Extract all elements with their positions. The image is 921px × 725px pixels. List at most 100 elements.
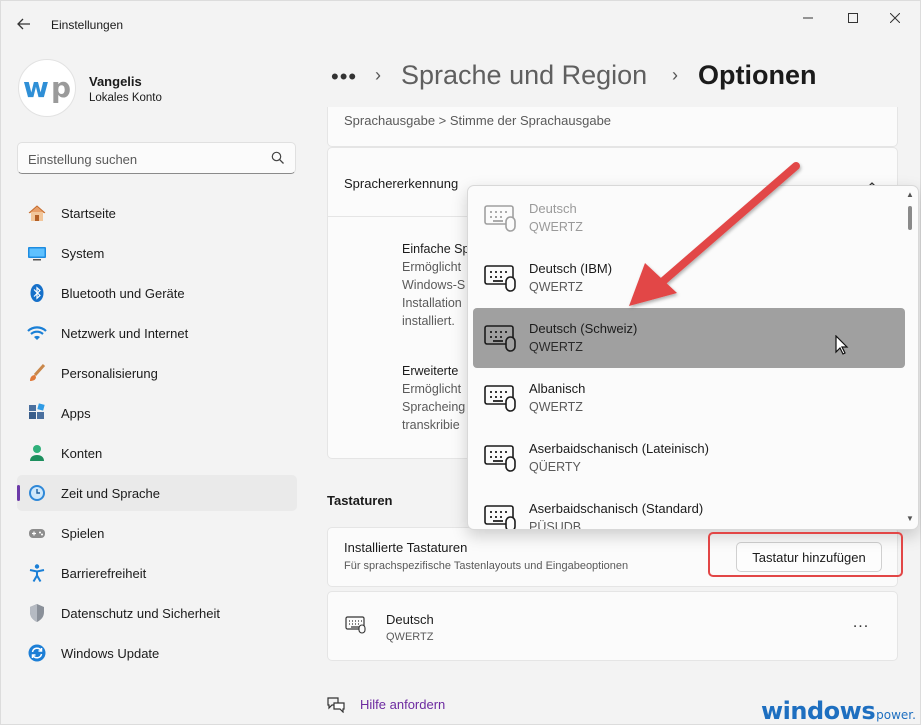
clock-globe-icon [29,485,45,501]
sidebar-item-label: Spielen [61,526,105,541]
narrator-voice-link[interactable]: Sprachausgabe > Stimme der Sprachausgabe [344,113,611,128]
sidebar-item-barrierefreiheit[interactable]: Barrierefreiheit [17,555,297,591]
dropdown-item-name: Albanisch [529,381,586,396]
sidebar-item-startseite[interactable]: Startseite [17,195,297,231]
avatar-text-p: p [51,73,71,103]
sidebar-item-zeit-und-sprache[interactable]: Zeit und Sprache [17,475,297,511]
dropdown-item-name: Deutsch (IBM) [529,261,613,276]
sidebar-item-label: Startseite [61,206,116,221]
profile-account-type: Lokales Konto [89,92,162,104]
dropdown-item-layout: QWERTZ [529,220,583,234]
gamepad-icon [29,529,45,538]
dropdown-item-layout: PÜSUDB [529,520,582,530]
keyboard-icon [484,505,516,529]
accessibility-icon [29,564,45,583]
sidebar-item-label: Barrierefreiheit [61,566,147,581]
dropdown-item-layout: QÜERTY [529,460,581,474]
dropdown-item-layout: QWERTZ [529,280,583,294]
brush-icon [30,363,46,381]
dropdown-item[interactable]: Aserbaidschanisch (Lateinisch) QÜERTY [473,428,905,488]
sidebar-item-label: Personalisierung [61,366,158,381]
keyboard-entry-name: Deutsch [386,612,434,627]
maximize-icon [848,13,858,23]
sidebar-item-bluetooth[interactable]: Bluetooth und Geräte [17,275,297,311]
dropdown-item-name: Deutsch [529,201,577,216]
dropdown-item-name: Aserbaidschanisch (Standard) [529,501,704,516]
dropdown-item[interactable]: Deutsch (IBM) QWERTZ [473,248,905,308]
scroll-up-arrow-icon[interactable]: ▲ [906,190,914,199]
dropdown-item-name: Deutsch (Schweiz) [529,321,638,336]
keyboard-icon [484,265,516,292]
sidebar-item-apps[interactable]: Apps [17,395,297,431]
close-icon [890,13,900,23]
page-title: Optionen [698,60,817,90]
scroll-thumb[interactable] [908,206,912,230]
monitor-icon [28,247,46,261]
keyboard-layout-dropdown[interactable]: Deutsch QWERTZ Deutsch (IBM) QWERTZ Deut… [467,185,919,530]
keyboard-icon [345,616,366,634]
sidebar-item-konten[interactable]: Konten [17,435,297,471]
wp-logo-icon: w p [23,73,71,103]
sidebar-item-label: Datenschutz und Sicherheit [61,606,220,621]
app-title: Einstellungen [51,18,124,32]
apps-icon [29,403,45,419]
wifi-icon [27,326,47,340]
dropdown-item-name: Aserbaidschanisch (Lateinisch) [529,441,709,456]
minimize-icon [803,17,813,19]
sidebar-item-label: Konten [61,446,103,461]
installed-keyboards-description: Für sprachspezifische Tastenlayouts und … [344,560,629,572]
keyboard-icon [484,445,516,472]
keyboard-entry-card: Deutsch QWERTZ ... [327,591,898,661]
back-arrow-icon [17,18,30,30]
close-button[interactable] [875,7,915,29]
sidebar-item-windows-update[interactable]: Windows Update [17,635,297,671]
sidebar-item-spielen[interactable]: Spielen [17,515,297,551]
help-link-label[interactable]: Hilfe anfordern [360,697,445,712]
sidebar-item-netzwerk[interactable]: Netzwerk und Internet [17,315,297,351]
dropdown-item-layout: QWERTZ [529,400,583,414]
keyboard-icon [484,205,516,232]
narrator-voice-card[interactable]: Sprachausgabe > Stimme der Sprachausgabe [327,107,898,147]
keyboard-entry-layout: QWERTZ [386,631,434,643]
dropdown-item[interactable]: Albanisch QWERTZ [473,368,905,428]
keyboard-icon [484,325,516,352]
shield-icon [30,604,44,622]
profile-name: Vangelis [89,74,142,89]
breadcrumb-separator: › [375,65,381,85]
sidebar-item-label: System [61,246,105,261]
dropdown-scrollbar[interactable]: ▲ ▼ [904,188,916,526]
avatar[interactable]: w p [18,59,76,117]
more-options-button[interactable]: ... [846,614,876,638]
maximize-button[interactable] [833,7,873,29]
speech-recognition-title: Sprachererkennung [344,176,459,191]
sidebar-item-label: Netzwerk und Internet [61,326,189,341]
dropdown-item: Deutsch QWERTZ [473,188,905,248]
sidebar-item-datenschutz[interactable]: Datenschutz und Sicherheit [17,595,297,631]
person-icon [30,445,44,461]
keyboards-section-heading: Tastaturen [327,493,393,508]
search-icon[interactable] [271,151,285,165]
dropdown-item-layout: QWERTZ [529,340,583,354]
watermark-main: windows [761,697,876,725]
dropdown-item[interactable]: Aserbaidschanisch (Standard) PÜSUDB [473,488,905,530]
help-link[interactable]: Hilfe anfordern [326,695,445,713]
minimize-button[interactable] [788,7,828,29]
back-button[interactable] [11,13,37,35]
avatar-text-w: w [23,73,49,103]
breadcrumb-parent[interactable]: Sprache und Region [401,60,647,91]
sidebar-item-system[interactable]: System [17,235,297,271]
search-input[interactable] [28,149,268,169]
search-box[interactable] [17,142,296,174]
bluetooth-icon [30,284,44,302]
breadcrumb-more-button[interactable]: ••• [331,64,357,90]
installed-keyboards-title: Installierte Tastaturen [344,540,468,555]
scroll-down-arrow-icon[interactable]: ▼ [906,514,914,523]
breadcrumb-separator: › [672,65,678,85]
settings-window: Einstellungen w p Vangelis Lokales Konto… [0,0,921,725]
sidebar-item-personalisierung[interactable]: Personalisierung [17,355,297,391]
watermark-sub: power. [876,708,916,722]
help-icon [327,697,345,713]
title-bar: Einstellungen [1,1,921,45]
update-icon [28,644,46,662]
sidebar-item-label: Windows Update [61,646,160,661]
